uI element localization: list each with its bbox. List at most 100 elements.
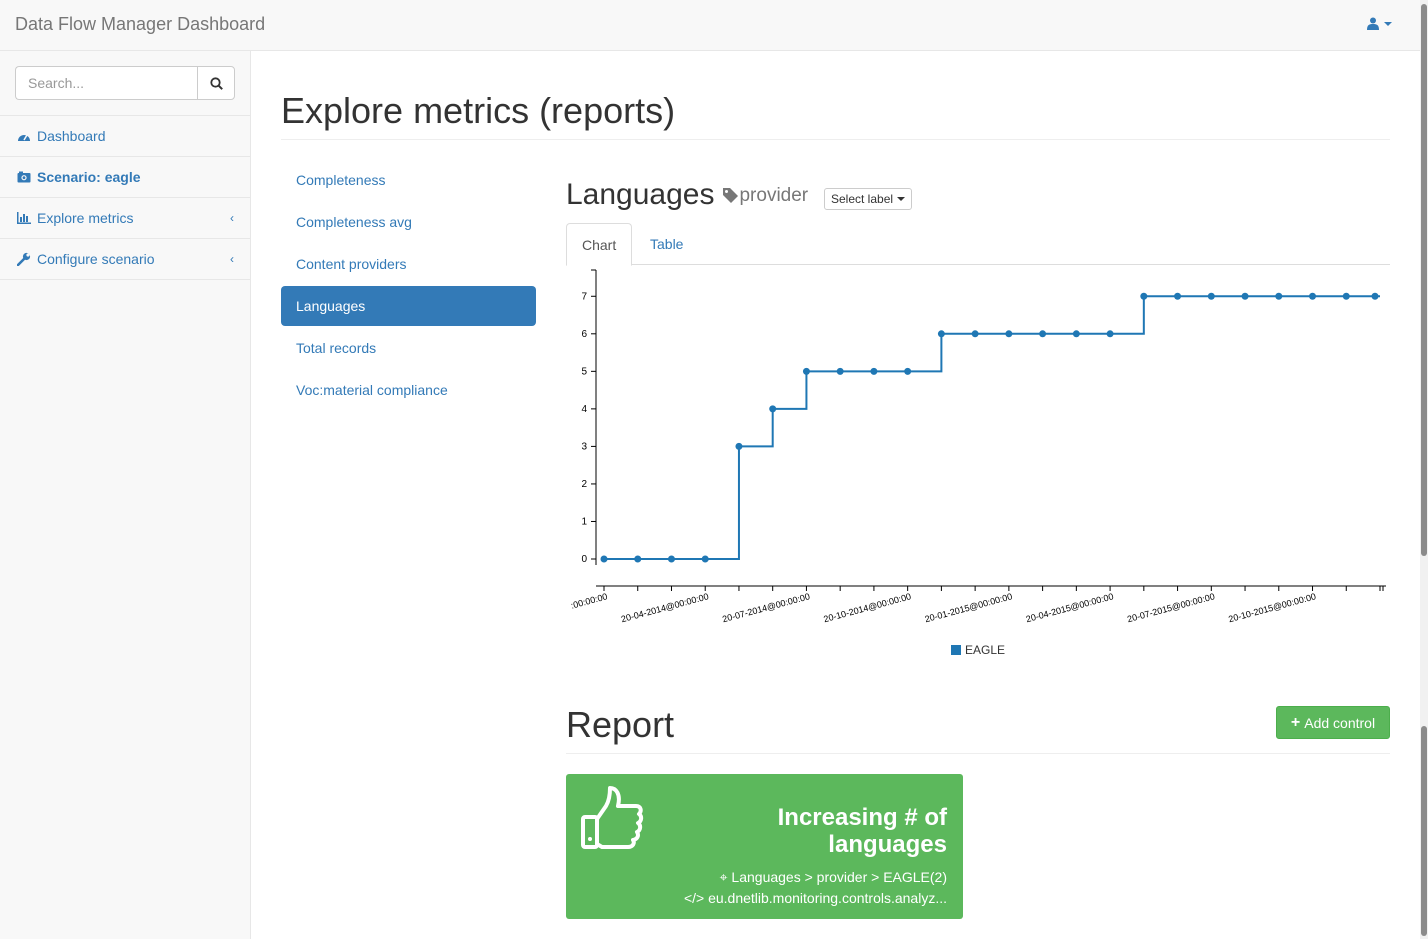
crosshair-icon: ⌖ — [719, 869, 728, 885]
subnav-item-completeness-avg[interactable]: Completeness avg — [281, 202, 536, 242]
x-tick-label: 20-01-2015@00:00:00 — [924, 591, 1014, 624]
page-scrollbar[interactable] — [1420, 0, 1428, 939]
chart-svg: 0 1 2 3 4 5 6 7 :00:00:00 20-04-2014@00:00:00 20-… — [570, 269, 1386, 657]
x-tick-label: 20-04-2014@00:00:00 — [620, 591, 710, 624]
chart-legend[interactable]: EAGLE — [951, 643, 1005, 657]
subnav-item-completeness[interactable]: Completeness — [281, 160, 536, 200]
y-tick-label: 4 — [581, 404, 587, 415]
chevron-left-icon: ‹ — [230, 211, 234, 225]
thumbs-up-icon — [581, 786, 644, 849]
chevron-down-icon — [1384, 21, 1392, 26]
control-title: Increasing # of languages — [777, 804, 947, 858]
data-point — [1371, 292, 1379, 300]
search-input[interactable] — [15, 66, 197, 100]
data-point — [1072, 330, 1080, 338]
y-tick-label: 0 — [581, 554, 587, 565]
user-menu[interactable] — [1367, 17, 1392, 30]
y-tick-label: 6 — [581, 329, 587, 340]
y-tick-label: 2 — [581, 479, 587, 490]
control-card[interactable]: Increasing # of languages ⌖ Languages > … — [566, 774, 963, 919]
x-tick-label: 20-10-2014@00:00:00 — [822, 591, 912, 624]
control-class-text: eu.dnetlib.monitoring.controls.analyz... — [708, 890, 947, 906]
data-point — [904, 367, 912, 375]
sidebar-item-dashboard[interactable]: Dashboard — [0, 116, 250, 157]
subnav-item-total-records[interactable]: Total records — [281, 328, 536, 368]
subnav-item-voc-material-compliance[interactable]: Voc:material compliance — [281, 370, 536, 410]
divider — [281, 139, 1390, 140]
app-brand[interactable]: Data Flow Manager Dashboard — [15, 14, 265, 35]
data-point — [1342, 292, 1350, 300]
data-point — [1039, 330, 1047, 338]
data-point — [701, 555, 709, 563]
camera-icon — [17, 170, 31, 184]
control-path: ⌖ Languages > provider > EAGLE(2) — [720, 869, 947, 886]
plus-icon: + — [1290, 713, 1301, 731]
subnav-item-languages[interactable]: Languages — [281, 286, 536, 326]
sidebar-item-scenario[interactable]: Scenario: eagle — [0, 157, 250, 198]
dashboard-icon — [17, 129, 31, 143]
sidebar-item-label: Dashboard — [37, 128, 106, 144]
chevron-down-icon — [897, 197, 906, 201]
user-icon — [1367, 17, 1379, 30]
data-point — [600, 555, 608, 563]
y-axis: 0 1 2 3 4 5 6 7 — [581, 269, 597, 565]
search-icon — [209, 76, 223, 90]
subnav-item-content-providers[interactable]: Content providers — [281, 244, 536, 284]
add-control-label: Add control — [1304, 714, 1376, 731]
top-navbar: Data Flow Manager Dashboard — [0, 0, 1428, 51]
data-point — [1275, 292, 1283, 300]
data-point — [971, 330, 979, 338]
data-point — [937, 330, 945, 338]
select-label-dropdown[interactable]: Select label — [824, 188, 913, 210]
data-point — [735, 442, 743, 450]
sidebar-item-configure-scenario[interactable]: Configure scenario ‹ — [0, 239, 250, 280]
data-point — [836, 367, 844, 375]
data-point — [870, 367, 878, 375]
y-tick-label: 5 — [581, 366, 587, 377]
sidebar-item-label: Scenario: eagle — [37, 169, 141, 185]
y-tick-label: 7 — [581, 291, 587, 302]
sidebar: Dashboard Scenario: eagle Explore metric… — [0, 51, 251, 939]
control-class: </> eu.dnetlib.monitoring.controls.analy… — [684, 890, 947, 906]
control-path-text: Languages > provider > EAGLE(2) — [731, 869, 947, 885]
data-point — [1106, 330, 1114, 338]
sidebar-item-label: Explore metrics — [37, 210, 134, 226]
wrench-icon — [17, 252, 31, 266]
report-title: Report — [566, 704, 675, 745]
search-group — [15, 66, 235, 100]
legend-label: EAGLE — [965, 643, 1005, 657]
sidebar-item-label: Configure scenario — [37, 251, 155, 267]
metric-tag-label: provider — [739, 184, 809, 206]
tab-table[interactable]: Table — [635, 223, 698, 265]
metric-tag: provider — [722, 185, 808, 207]
chevron-left-icon: ‹ — [230, 252, 234, 266]
page-title: Explore metrics (reports) — [281, 90, 676, 131]
y-tick-label: 3 — [581, 441, 587, 452]
data-point — [1309, 292, 1317, 300]
sidebar-menu: Dashboard Scenario: eagle Explore metric… — [0, 115, 250, 280]
code-icon: </> — [683, 890, 705, 906]
data-point — [634, 555, 642, 563]
x-tick-label: 20-10-2015@00:00:00 — [1227, 591, 1317, 624]
tab-chart[interactable]: Chart — [566, 223, 633, 266]
series-line-eagle — [604, 295, 1380, 560]
scrollbar-thumb[interactable] — [1421, 4, 1427, 556]
x-tick-label: 20-07-2014@00:00:00 — [721, 591, 811, 624]
data-point — [1005, 330, 1013, 338]
data-point — [769, 405, 777, 413]
data-point — [1174, 292, 1182, 300]
y-tick-label: 1 — [581, 516, 587, 527]
tag-icon — [723, 188, 739, 203]
scrollbar-thumb[interactable] — [1421, 726, 1427, 936]
legend-swatch — [951, 645, 961, 655]
divider — [566, 753, 1390, 754]
data-point — [1140, 292, 1148, 300]
search-button[interactable] — [197, 66, 235, 100]
select-label-text: Select label — [831, 192, 894, 206]
data-point — [1241, 292, 1249, 300]
x-tick-label: 20-07-2015@00:00:00 — [1126, 591, 1216, 624]
metric-title: Languages — [566, 178, 715, 211]
sidebar-item-explore-metrics[interactable]: Explore metrics ‹ — [0, 198, 250, 239]
add-control-button[interactable]: + Add control — [1276, 706, 1390, 739]
metrics-subnav: Completeness Completeness avg Content pr… — [281, 160, 536, 412]
